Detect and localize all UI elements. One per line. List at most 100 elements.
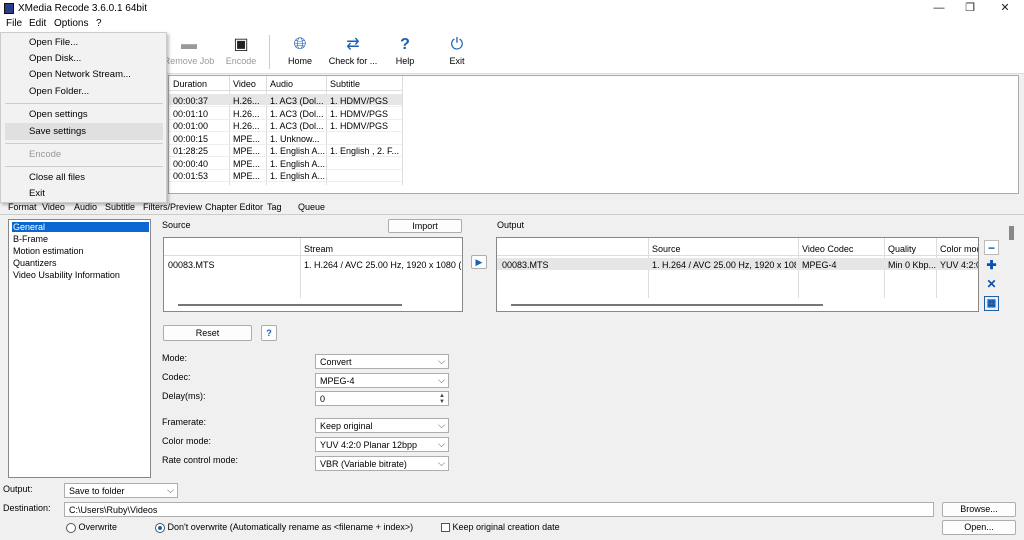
settings-help-button[interactable]: ? <box>261 325 277 341</box>
settings-output-button[interactable]: ▦ <box>984 296 999 311</box>
title-bar <box>0 0 1024 17</box>
color-mode-select[interactable]: YUV 4:2:0 Planar 12bpp ⌵ <box>315 437 449 452</box>
rate-control-select[interactable]: VBR (Variable bitrate) ⌵ <box>315 456 449 471</box>
video-section-list[interactable]: General B-Frame Motion estimation Quanti… <box>8 219 151 478</box>
horizontal-scrollbar[interactable] <box>178 304 402 306</box>
check-for-updates-button[interactable]: ⇄ Check for ... <box>324 34 382 72</box>
output-horizontal-scrollbar[interactable] <box>511 304 823 306</box>
delay-spinner[interactable]: 0 ▲ ▼ <box>315 391 449 406</box>
help-button[interactable]: ? Help <box>376 34 434 72</box>
tab-tag[interactable]: Tag <box>267 202 282 212</box>
column-header-subtitle[interactable]: Subtitle <box>330 79 360 89</box>
browse-button[interactable]: Browse... <box>942 502 1016 517</box>
output-header-source: Source <box>652 244 681 254</box>
destination-input[interactable]: C:\Users\Ruby\Videos <box>64 502 934 517</box>
column-header-video[interactable]: Video <box>233 79 256 89</box>
delete-output-button[interactable]: ✕ <box>984 277 999 292</box>
tab-queue[interactable]: Queue <box>298 202 325 212</box>
table-row[interactable]: 01:28:25 MPE... 1. English A... 1. English … <box>169 145 402 157</box>
cell-subtitle: 1. HDMV/PGS <box>330 108 389 119</box>
color-mode-label: Color mode: <box>162 436 212 446</box>
cell-duration: 00:00:37 <box>173 96 209 106</box>
output-mode-label: Output: <box>3 484 33 494</box>
menu-file[interactable]: File <box>6 18 22 29</box>
add-output-button[interactable]: ✚ <box>984 258 999 273</box>
keep-date-option[interactable]: Keep original creation date <box>441 522 560 533</box>
chevron-down-icon: ⌵ <box>167 485 174 495</box>
table-row[interactable]: 00:00:15 MPE... 1. Unknow... <box>169 133 402 145</box>
import-button[interactable]: Import <box>388 219 462 233</box>
menu-help[interactable]: ? <box>96 18 102 29</box>
section-quantizers[interactable]: Quantizers <box>13 258 57 268</box>
table-row[interactable]: 00:00:37 H.26... 1. AC3 (Dol... 1. HDMV/PGS <box>169 95 402 107</box>
overwrite-option[interactable]: Overwrite <box>66 522 117 533</box>
section-general[interactable]: General <box>12 222 149 232</box>
menu-encode: Encode <box>29 149 62 160</box>
menu-open-folder[interactable]: Open Folder... <box>29 86 89 97</box>
reset-button[interactable]: Reset <box>163 325 252 341</box>
cell-audio: 1. English A... <box>270 171 326 181</box>
dont-overwrite-radio[interactable] <box>155 522 165 533</box>
overwrite-radio[interactable] <box>66 522 76 533</box>
spinner-arrows-icon[interactable]: ▲ ▼ <box>439 393 445 405</box>
output-mode-select[interactable]: Save to folder ⌵ <box>64 483 178 498</box>
chevron-down-icon: ⌵ <box>438 375 445 385</box>
codec-select[interactable]: MPEG-4 ⌵ <box>315 373 449 388</box>
tab-video[interactable]: Video <box>42 202 65 212</box>
panel-vertical-scrollbar[interactable] <box>1009 226 1014 240</box>
cell-video: MPE... <box>233 171 261 181</box>
open-button[interactable]: Open... <box>942 520 1016 535</box>
maximize-button[interactable]: ❐ <box>955 0 985 17</box>
output-list[interactable]: Source Video Codec Quality Color mod 000… <box>496 237 979 312</box>
output-quality: Min 0 Kbp... <box>888 260 937 270</box>
source-stream-list[interactable]: Stream 00083.MTS 1. H.264 / AVC 25.00 Hz… <box>163 237 463 312</box>
tab-subtitle[interactable]: Subtitle <box>105 202 135 212</box>
section-motion-estimation[interactable]: Motion estimation <box>13 246 84 256</box>
menu-options[interactable]: Options <box>54 18 88 29</box>
output-color-mode: YUV 4:2:0 <box>940 260 979 270</box>
cell-subtitle: 1. English , 2. F... <box>330 146 400 156</box>
stream-column-header: Stream <box>304 244 334 254</box>
remove-job-button[interactable]: ▬ Remove Job <box>160 34 218 72</box>
framerate-select[interactable]: Keep original ⌵ <box>315 418 449 433</box>
dont-overwrite-option[interactable]: Don't overwrite (Automatically rename as… <box>155 522 413 533</box>
exit-button[interactable]: ⏻ Exit <box>428 34 486 72</box>
add-to-output-button[interactable]: ▶ <box>471 255 487 269</box>
table-row[interactable]: 00:00:40 MPE... 1. English A... <box>169 158 402 170</box>
tab-format[interactable]: Format <box>8 202 37 212</box>
cell-duration: 00:01:00 <box>173 121 209 131</box>
column-header-audio[interactable]: Audio <box>270 79 293 89</box>
menu-save-settings[interactable]: Save settings <box>29 126 86 137</box>
menu-open-network-stream[interactable]: Open Network Stream... <box>29 69 131 80</box>
cell-video: H.26... <box>233 121 260 131</box>
keep-date-checkbox[interactable] <box>441 523 450 533</box>
home-button[interactable]: 🌐︎ Home <box>271 34 329 72</box>
minimize-button[interactable]: — <box>924 0 954 17</box>
file-menu-dropdown: Open File... Open Disk... Open Network S… <box>0 32 167 203</box>
tab-chapter-editor[interactable]: Chapter Editor <box>205 202 263 212</box>
framerate-label: Framerate: <box>162 417 207 427</box>
encode-button[interactable]: ▣ Encode <box>212 34 270 72</box>
menu-edit[interactable]: Edit <box>29 18 46 29</box>
table-row[interactable]: 00:01:10 H.26... 1. AC3 (Dol... 1. HDMV/PGS <box>169 108 402 120</box>
menu-open-disk[interactable]: Open Disk... <box>29 53 81 64</box>
menu-close-all-files[interactable]: Close all files <box>29 172 85 183</box>
section-b-frame[interactable]: B-Frame <box>13 234 48 244</box>
menu-open-file[interactable]: Open File... <box>29 37 78 48</box>
tab-filters-preview[interactable]: Filters/Preview <box>143 202 202 212</box>
remove-output-button[interactable]: − <box>984 240 999 255</box>
menu-exit[interactable]: Exit <box>29 188 45 199</box>
file-list-grid[interactable]: Duration Video Audio Subtitle 00:00:37 H.… <box>168 75 1019 194</box>
table-row[interactable]: 00:01:53 MPE... 1. English A... <box>169 170 402 182</box>
menu-open-settings[interactable]: Open settings <box>29 109 88 120</box>
chevron-down-icon: ⌵ <box>438 458 445 468</box>
table-row[interactable]: 00:01:00 H.26... 1. AC3 (Dol... 1. HDMV/PGS <box>169 120 402 132</box>
mode-select[interactable]: Convert ⌵ <box>315 354 449 369</box>
cell-duration: 01:28:25 <box>173 146 209 156</box>
column-header-duration[interactable]: Duration <box>173 79 207 89</box>
cell-video: MPE... <box>233 158 261 169</box>
section-video-usability-information[interactable]: Video Usability Information <box>13 270 120 280</box>
close-button[interactable]: ✕ <box>990 0 1020 17</box>
tab-audio[interactable]: Audio <box>74 202 97 212</box>
output-source-info: 1. H.264 / AVC 25.00 Hz, 1920 x 1080 <box>652 260 796 270</box>
